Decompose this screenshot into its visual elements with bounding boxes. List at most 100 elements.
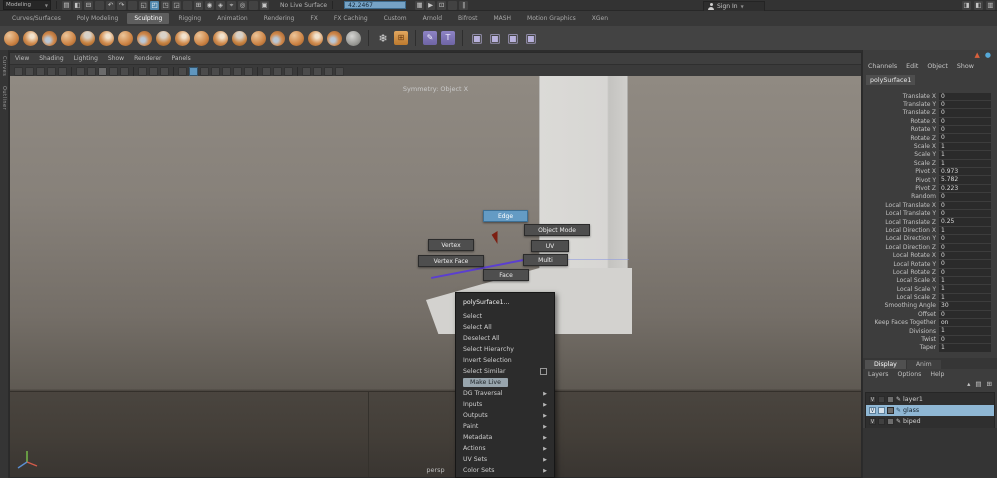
image-plane-icon[interactable]: [58, 67, 67, 76]
channel-label[interactable]: Taper: [863, 344, 939, 351]
channel-value-field[interactable]: 0: [939, 260, 991, 268]
context-menu-item[interactable]: Paint ▶: [456, 421, 554, 432]
channel-label[interactable]: Rotate X: [863, 118, 939, 125]
layer-color-swatch[interactable]: [887, 407, 894, 414]
knife-tool-icon[interactable]: [251, 30, 266, 46]
channel-value-field[interactable]: 5.782: [939, 176, 991, 184]
field-chart-icon[interactable]: [149, 67, 158, 76]
highlight-selection-icon[interactable]: ◲: [172, 0, 181, 10]
channel-value-field[interactable]: 0: [939, 126, 991, 134]
status-icon[interactable]: [95, 0, 104, 10]
select-mask-object-icon[interactable]: ◰: [150, 0, 159, 10]
channel-label[interactable]: Rotate Z: [863, 135, 939, 142]
context-menu-item[interactable]: Select Similar: [456, 366, 554, 377]
layer-editor-tab[interactable]: Anim: [906, 360, 941, 369]
channel-label[interactable]: Local Scale Z: [863, 294, 939, 301]
pinch-tool-icon[interactable]: [80, 30, 95, 46]
2d-pan-zoom-icon[interactable]: [76, 67, 85, 76]
context-menu-item[interactable]: polySurface1...: [456, 296, 554, 308]
shelf-tab[interactable]: Animation: [210, 13, 255, 24]
context-menu-item[interactable]: Outputs ▶: [456, 410, 554, 421]
scrape-tool-icon[interactable]: [213, 30, 228, 46]
multisample-icon[interactable]: [262, 67, 271, 76]
layer-visibility-checkbox[interactable]: V: [869, 418, 876, 425]
freeze-tool-icon[interactable]: [327, 30, 342, 46]
channel-label[interactable]: Local Rotate X: [863, 252, 939, 259]
channel-value-field[interactable]: 0: [939, 251, 991, 260]
channel-value-field[interactable]: 1: [939, 226, 991, 235]
channel-label[interactable]: Local Direction Z: [863, 244, 939, 251]
panel-menu-item[interactable]: Lighting: [74, 55, 98, 62]
xray-icon[interactable]: [273, 67, 282, 76]
tool-settings-toggle-icon[interactable]: ◧: [974, 1, 983, 10]
shelf-icon[interactable]: [415, 30, 416, 46]
panel-toolbar-icon[interactable]: [133, 66, 134, 77]
marking-menu-item-vertex-face[interactable]: Vertex Face: [418, 255, 484, 267]
shelf-tab[interactable]: Rendering: [257, 13, 302, 24]
repeat-tool-icon[interactable]: [156, 30, 171, 46]
sculpt-mask-icon[interactable]: ✎: [423, 31, 437, 45]
shelf-tab[interactable]: MASH: [486, 13, 518, 24]
channel-label[interactable]: Local Translate Z: [863, 219, 939, 226]
snap-plane-icon[interactable]: ⌖: [227, 0, 236, 10]
selected-object-name[interactable]: polySurface1: [866, 75, 916, 85]
status-icon[interactable]: [249, 0, 258, 10]
channel-value-field[interactable]: 1: [939, 151, 991, 159]
snap-curve-icon[interactable]: ◉: [205, 0, 214, 10]
move-layer-up-icon[interactable]: ▴: [967, 381, 970, 388]
layer-playback-checkbox[interactable]: [878, 407, 885, 414]
flatten-tool-icon[interactable]: [99, 30, 114, 46]
lock-camera-icon[interactable]: [25, 67, 34, 76]
layer-visibility-checkbox[interactable]: V: [869, 396, 876, 403]
channel-box-toggle-icon[interactable]: ▥: [986, 1, 995, 10]
context-menu-item[interactable]: Make Live: [456, 377, 554, 388]
channel-label[interactable]: Twist: [863, 336, 939, 343]
render-settings-icon[interactable]: ⊡: [437, 0, 447, 10]
channel-value-field[interactable]: 1: [939, 344, 991, 352]
channel-value-field[interactable]: 0.25: [939, 218, 991, 226]
channel-label[interactable]: Scale Z: [863, 160, 939, 167]
panel-menu-item[interactable]: Panels: [171, 55, 190, 62]
select-mask-hierarchy-icon[interactable]: ◱: [139, 0, 148, 10]
collapsed-panel-tab[interactable]: Outliner: [1, 86, 7, 110]
layer-visibility-checkbox[interactable]: V: [869, 407, 876, 414]
channel-box-menu-item[interactable]: Edit: [906, 63, 918, 70]
shelf-tab[interactable]: Curves/Surfaces: [5, 13, 68, 24]
channel-label[interactable]: Smoothing Angle: [863, 302, 939, 309]
channel-label[interactable]: Local Rotate Z: [863, 269, 939, 276]
context-menu-item[interactable]: Inputs ▶: [456, 399, 554, 410]
viewcube-toggle-icon[interactable]: [313, 67, 322, 76]
shelf-tab[interactable]: Poly Modeling: [70, 13, 126, 24]
channel-value-field[interactable]: 1: [939, 159, 991, 168]
channel-label[interactable]: Scale X: [863, 143, 939, 150]
shelf-tab[interactable]: Sculpting: [127, 13, 170, 24]
channel-value-field[interactable]: 0: [939, 201, 991, 209]
shelf-tab[interactable]: Custom: [377, 13, 414, 24]
channel-value-field[interactable]: 1: [939, 285, 991, 293]
channel-label[interactable]: Local Scale Y: [863, 286, 939, 293]
context-menu-item[interactable]: Metadata ▶: [456, 432, 554, 443]
channel-value-field[interactable]: 0: [939, 243, 991, 251]
panel-toolbar-icon[interactable]: [257, 66, 258, 77]
channel-value-field[interactable]: 0: [939, 335, 991, 344]
shelf-tab[interactable]: Bifrost: [451, 13, 484, 24]
channel-label[interactable]: Keep Faces Together: [863, 319, 939, 326]
channel-value-field[interactable]: 30: [939, 302, 991, 310]
save-scene-icon[interactable]: ⊟: [84, 0, 93, 10]
undo-icon[interactable]: ↶: [106, 0, 115, 10]
layer-name[interactable]: biped: [903, 418, 921, 425]
panel-toolbar-icon[interactable]: [297, 66, 298, 77]
shelf-tab[interactable]: FX Caching: [327, 13, 375, 24]
channel-value-field[interactable]: 0: [939, 92, 991, 100]
layer-editor-menu-item[interactable]: Help: [930, 371, 944, 378]
mesh-retopo-icon[interactable]: ▣: [506, 31, 520, 45]
layer-color-swatch[interactable]: [887, 396, 894, 403]
ipr-render-icon[interactable]: ▶: [426, 0, 436, 10]
shelf-tab[interactable]: XGen: [585, 13, 615, 24]
channel-label[interactable]: Rotate Y: [863, 126, 939, 133]
channel-value-field[interactable]: 0: [939, 134, 991, 142]
new-layer-from-selected-icon[interactable]: ⊞: [987, 381, 992, 388]
layer-editor-tab[interactable]: Display: [865, 360, 906, 369]
shaded-icon[interactable]: [189, 67, 198, 76]
context-menu-item[interactable]: Select: [456, 311, 554, 322]
